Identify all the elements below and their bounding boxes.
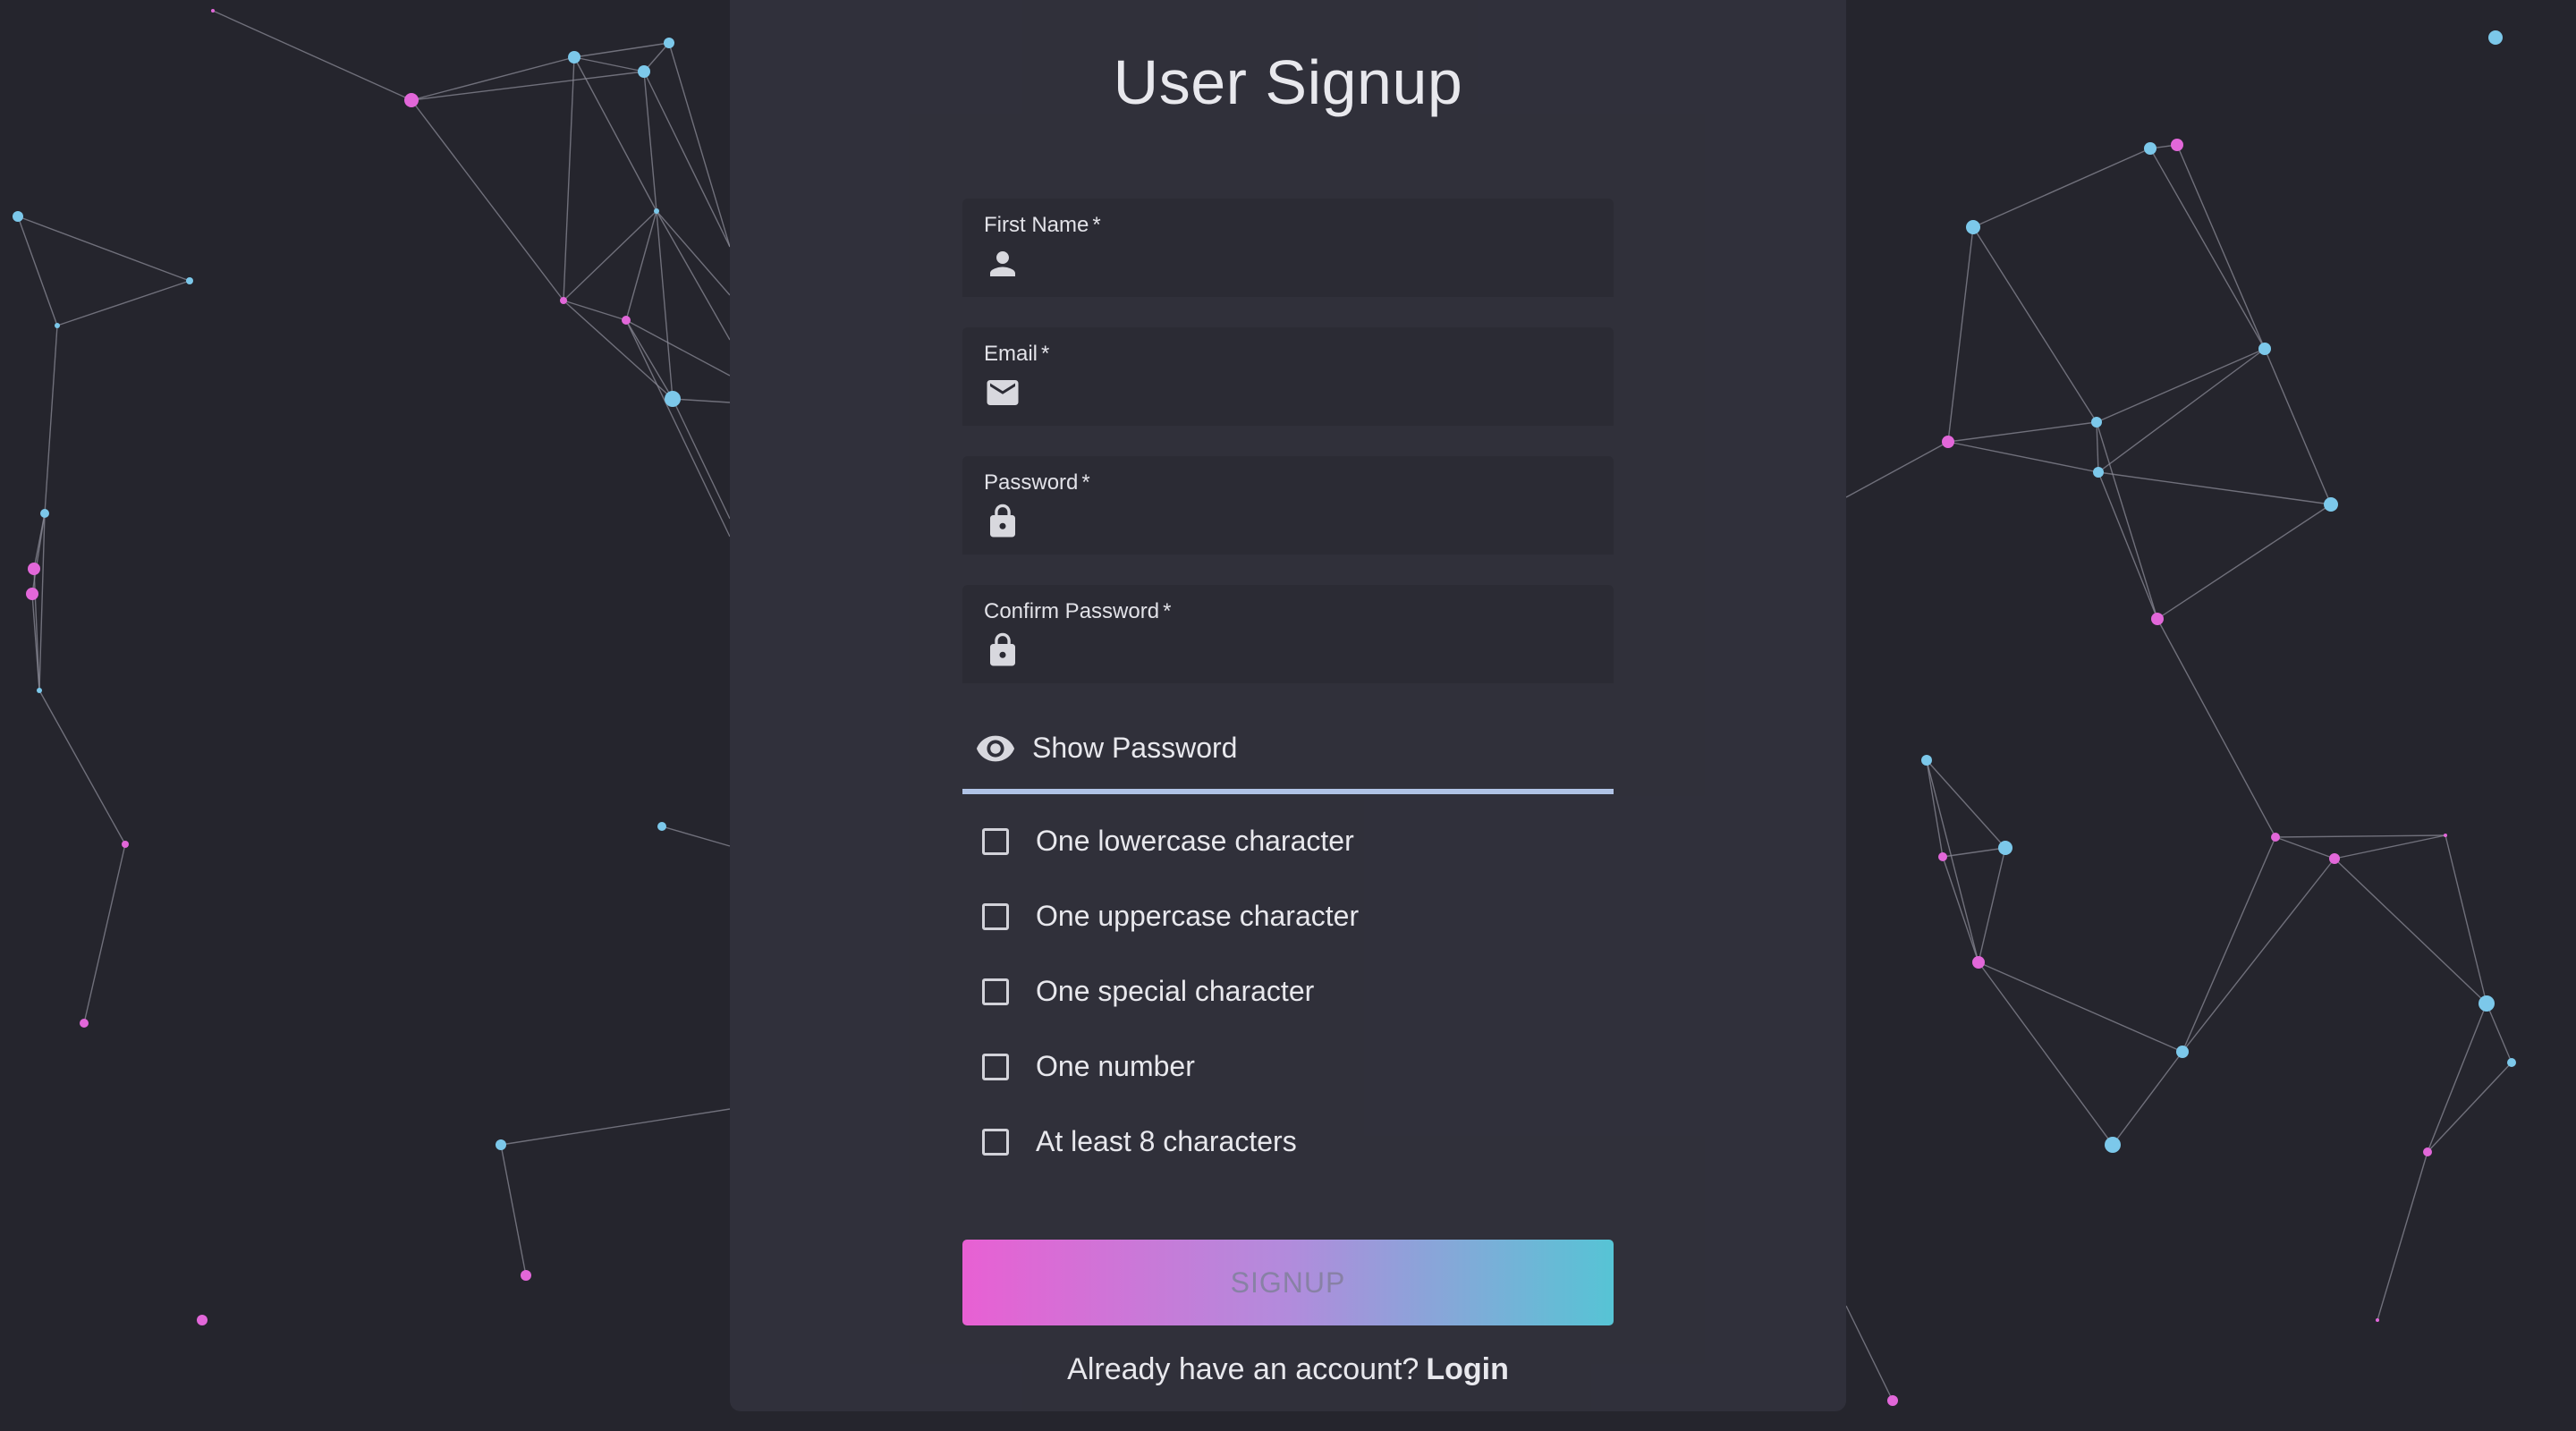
page-title: User Signup: [1113, 47, 1463, 117]
email-field[interactable]: Email *: [962, 327, 1614, 426]
password-input[interactable]: [1038, 501, 1596, 542]
confirm-password-input[interactable]: [1038, 630, 1596, 671]
requirement-lowercase[interactable]: One lowercase character: [982, 823, 1608, 898]
email-label: Email *: [984, 342, 1050, 366]
requirement-label: One uppercase character: [1036, 900, 1360, 932]
confirm-password-label: Confirm Password *: [984, 599, 1172, 623]
requirement-special[interactable]: One special character: [982, 973, 1608, 1048]
requirement-label: One lowercase character: [1036, 825, 1354, 857]
signup-button[interactable]: SIGNUP: [962, 1240, 1614, 1325]
password-label: Password *: [984, 470, 1090, 495]
login-link[interactable]: Login: [1426, 1352, 1509, 1386]
eye-icon: [976, 735, 1015, 762]
requirement-uppercase[interactable]: One uppercase character: [982, 898, 1608, 973]
first-name-input[interactable]: [1038, 243, 1596, 284]
requirement-number[interactable]: One number: [982, 1048, 1608, 1123]
login-prompt-text: Already have an account?: [1067, 1352, 1419, 1386]
person-icon: [990, 251, 1015, 276]
signup-card: User Signup First Name * Email * Password *: [730, 0, 1846, 1411]
requirement-checkbox[interactable]: [982, 1054, 1009, 1080]
show-password-toggle[interactable]: Show Password: [962, 708, 1614, 794]
required-asterisk: *: [1092, 213, 1101, 237]
requirement-checkbox[interactable]: [982, 903, 1009, 930]
first-name-label: First Name *: [984, 213, 1101, 237]
required-asterisk: *: [1163, 599, 1172, 623]
requirement-checkbox[interactable]: [982, 978, 1009, 1005]
email-icon: [987, 380, 1019, 405]
confirm-password-field[interactable]: Confirm Password *: [962, 585, 1614, 683]
requirement-label: One number: [1036, 1050, 1195, 1082]
lock-icon: [990, 504, 1015, 538]
password-field[interactable]: Password *: [962, 456, 1614, 555]
required-asterisk: *: [1081, 470, 1090, 495]
password-requirements: One lowercase character One uppercase ch…: [982, 823, 1608, 1198]
login-prompt: Already have an account? Login: [730, 1352, 1846, 1387]
email-input[interactable]: [1038, 372, 1596, 413]
show-password-label: Show Password: [1032, 732, 1238, 764]
required-asterisk: *: [1041, 342, 1050, 366]
lock-icon: [990, 632, 1015, 666]
requirement-checkbox[interactable]: [982, 1129, 1009, 1156]
first-name-field[interactable]: First Name *: [962, 199, 1614, 297]
requirement-label: At least 8 characters: [1036, 1125, 1297, 1157]
requirement-label: One special character: [1036, 975, 1315, 1007]
requirement-checkbox[interactable]: [982, 828, 1009, 855]
requirement-length[interactable]: At least 8 characters: [982, 1123, 1608, 1198]
